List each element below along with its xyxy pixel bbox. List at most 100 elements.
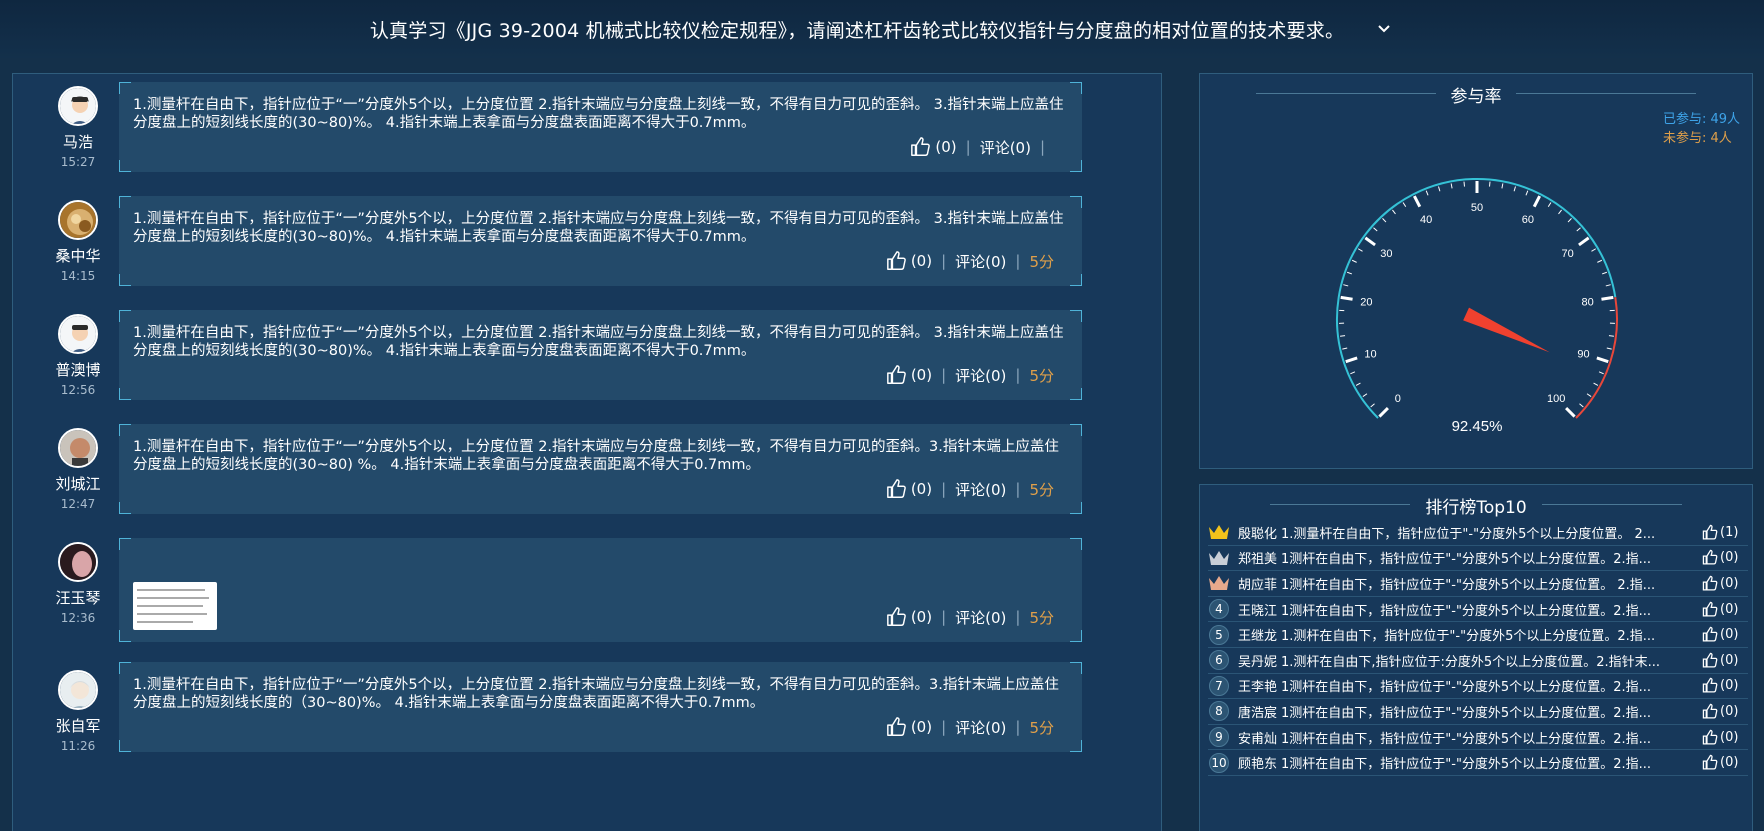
thumbs-up-icon bbox=[1702, 626, 1719, 643]
gauge-minor-tick bbox=[1593, 382, 1599, 386]
comment-link[interactable]: 评论(0) bbox=[955, 365, 1006, 386]
answer-actions: (0) | 评论(0) | 5分 bbox=[886, 606, 1054, 628]
thumbs-up-icon[interactable] bbox=[886, 478, 908, 500]
thumbs-up-icon bbox=[1702, 601, 1719, 618]
gauge-minor-tick bbox=[1597, 259, 1603, 263]
gauge-minor-tick bbox=[1350, 371, 1356, 375]
avatar[interactable] bbox=[58, 86, 98, 126]
rank-like-count: (0) bbox=[1720, 729, 1739, 745]
avatar[interactable] bbox=[58, 200, 98, 240]
thumbs-up-icon[interactable] bbox=[910, 136, 932, 158]
thumbs-up-icon[interactable] bbox=[886, 716, 908, 738]
comment-link[interactable]: 评论(0) bbox=[955, 717, 1006, 738]
like-count[interactable]: (0) bbox=[911, 366, 932, 384]
like-count[interactable]: (0) bbox=[911, 718, 932, 736]
ranking-panel: 排行榜Top10 殷聪化 1.测量杆在自由下，指针应位于"-"分度外5个以上分度… bbox=[1199, 484, 1753, 831]
like-count[interactable]: (0) bbox=[911, 608, 932, 626]
rank-likes[interactable]: (1) bbox=[1702, 524, 1748, 541]
avatar[interactable] bbox=[58, 670, 98, 710]
ranking-row[interactable]: 10 顾艳东 1测杆在自由下，指针应位于"-"分度外5个以上分度位置。2.指..… bbox=[1208, 750, 1748, 776]
ranking-row[interactable]: 5 王继龙 1.测杆在自由下，指针应位于"-"分度外5个以上分度位置。2.指..… bbox=[1208, 622, 1748, 648]
answer-user: 普澳博 12:56 bbox=[33, 314, 123, 397]
gauge-minor-tick bbox=[1547, 202, 1552, 207]
like-count[interactable]: (0) bbox=[935, 138, 956, 156]
ranking-list: 殷聪化 1.测量杆在自由下，指针应位于"-"分度外5个以上分度位置。 2... … bbox=[1208, 520, 1748, 776]
answer-time: 11:26 bbox=[60, 739, 96, 753]
answer-time: 12:56 bbox=[60, 383, 96, 397]
rank-likes[interactable]: (0) bbox=[1702, 601, 1748, 618]
answer-item: 汪玉琴 12:36 (0) | 评论(0) | 5分 bbox=[13, 530, 1163, 650]
ranking-row[interactable]: 殷聪化 1.测量杆在自由下，指针应位于"-"分度外5个以上分度位置。 2... … bbox=[1208, 520, 1748, 546]
rank-likes[interactable]: (0) bbox=[1702, 729, 1748, 746]
answer-bubble: (0) | 评论(0) | 5分 bbox=[119, 538, 1082, 642]
answer-bubble: 1.测量杆在自由下，指针应位于“一”分度外5个以，上分度位置 2.指针末端应与分… bbox=[119, 196, 1082, 286]
rank-likes[interactable]: (0) bbox=[1702, 703, 1748, 720]
rank-number: 10 bbox=[1209, 752, 1229, 773]
answer-image[interactable] bbox=[133, 582, 217, 630]
answer-bubble: 1.测量杆在自由下，指针应位于“一”分度外5个以，上分度位置 2.指针末端应与分… bbox=[119, 82, 1082, 172]
gauge-minor-tick bbox=[1355, 382, 1361, 386]
comment-link[interactable]: 评论(0) bbox=[955, 251, 1006, 272]
thumbs-up-icon bbox=[1702, 575, 1719, 592]
gauge-minor-tick bbox=[1382, 218, 1387, 223]
thumbs-up-icon[interactable] bbox=[886, 364, 908, 386]
gauge-minor-tick bbox=[1501, 183, 1504, 189]
gauge-minor-tick bbox=[1608, 335, 1614, 337]
rank-likes[interactable]: (0) bbox=[1702, 549, 1748, 566]
gauge-minor-tick bbox=[1346, 271, 1353, 275]
rank-answer-text: 1测杆在自由下，指针应位于"-"分度外5个以上分度位置。 2.指... bbox=[1281, 577, 1656, 593]
like-count[interactable]: (0) bbox=[911, 252, 932, 270]
ranking-row[interactable]: 郑祖美 1测杆在自由下，指针应位于"-"分度外5个以上分度位置。2.指... (… bbox=[1208, 546, 1748, 572]
gauge-major-tick bbox=[1345, 356, 1358, 364]
rank-user-name: 郑祖美 bbox=[1238, 552, 1278, 568]
avatar[interactable] bbox=[58, 542, 98, 582]
gauge-tick-label: 20 bbox=[1360, 296, 1372, 308]
gauge-minor-tick bbox=[1425, 190, 1429, 196]
answer-item: 桑中华 14:15 1.测量杆在自由下，指针应位于“一”分度外5个以，上分度位置… bbox=[13, 188, 1163, 298]
ranking-row[interactable]: 8 唐浩宸 1测杆在自由下，指针应位于"-"分度外5个以上分度位置。2.指...… bbox=[1208, 699, 1748, 725]
rank-likes[interactable]: (0) bbox=[1702, 754, 1748, 771]
comment-link[interactable]: 评论(0) bbox=[955, 607, 1006, 628]
ranking-row[interactable]: 7 王李艳 1测杆在自由下，指针应位于"-"分度外5个以上分度位置。2.指...… bbox=[1208, 674, 1748, 700]
gauge-tick-label: 60 bbox=[1522, 214, 1534, 226]
rank-number: 4 bbox=[1209, 599, 1229, 620]
rank-likes[interactable]: (0) bbox=[1702, 652, 1748, 669]
rank-likes[interactable]: (0) bbox=[1702, 677, 1748, 694]
rank-user-name: 殷聪化 bbox=[1238, 526, 1278, 542]
gauge-tick-label: 30 bbox=[1380, 248, 1392, 260]
answer-item: 张自军 11:26 1.测量杆在自由下，指针应位于“一”分度外5个以，上分度位置… bbox=[13, 654, 1163, 764]
gauge-minor-tick bbox=[1576, 227, 1581, 232]
rank-answer-text: 1测杆在自由下，指针应位于"-"分度外5个以上分度位置。2.指... bbox=[1281, 757, 1652, 773]
user-name: 桑中华 bbox=[55, 247, 101, 265]
answer-bubble: 1.测量杆在自由下，指针应位于“一”分度外5个以，上分度位置 2.指针末端应与分… bbox=[119, 424, 1082, 514]
rank-number: 5 bbox=[1209, 624, 1229, 645]
avatar[interactable] bbox=[58, 428, 98, 468]
ranking-row[interactable]: 胡应菲 1测杆在自由下，指针应位于"-"分度外5个以上分度位置。 2.指... … bbox=[1208, 571, 1748, 597]
avatar[interactable] bbox=[58, 314, 98, 354]
thumbs-up-icon[interactable] bbox=[886, 606, 908, 628]
thumbs-up-icon bbox=[1702, 677, 1719, 694]
answer-text: 1.测量杆在自由下，指针应位于“一”分度外5个以，上分度位置 2.指针末端应与分… bbox=[133, 439, 1059, 473]
question-header: 认真学习《JJG 39-2004 机械式比较仪检定规程》，请阐述杠杆齿轮式比较仪… bbox=[0, 0, 1764, 58]
gauge-minor-tick bbox=[1586, 393, 1592, 397]
score-label: 5分 bbox=[1029, 252, 1054, 271]
answer-time: 14:15 bbox=[60, 269, 96, 283]
thumbs-up-icon[interactable] bbox=[886, 250, 908, 272]
ranking-row[interactable]: 9 安甫灿 1测杆在自由下，指针应位于"-"分度外5个以上分度位置。2.指...… bbox=[1208, 725, 1748, 751]
gauge-minor-tick bbox=[1392, 209, 1396, 215]
ranking-row[interactable]: 6 吴丹妮 1.测杆在自由下,指针应位于:分度外5个以上分度位置。2.指针末..… bbox=[1208, 648, 1748, 674]
rank-likes[interactable]: (0) bbox=[1702, 575, 1748, 592]
gauge-minor-tick bbox=[1605, 284, 1611, 287]
bronze-crown-icon bbox=[1208, 572, 1230, 594]
score-label: 5分 bbox=[1029, 480, 1054, 499]
thumbs-up-icon bbox=[1702, 729, 1719, 746]
gauge-minor-tick bbox=[1525, 190, 1529, 196]
comment-link[interactable]: 评论(0) bbox=[980, 137, 1031, 158]
rank-user-name: 王继龙 bbox=[1238, 629, 1278, 645]
rank-answer-text: 1测杆在自由下，指针应位于"-"分度外5个以上分度位置。2.指... bbox=[1281, 731, 1652, 747]
rank-likes[interactable]: (0) bbox=[1702, 626, 1748, 643]
comment-link[interactable]: 评论(0) bbox=[955, 479, 1006, 500]
like-count[interactable]: (0) bbox=[911, 480, 932, 498]
ranking-row[interactable]: 4 王晓江 1测杆在自由下，指针应位于"-"分度外5个以上分度位置。2.指...… bbox=[1208, 597, 1748, 623]
chevron-down-icon[interactable] bbox=[1374, 19, 1394, 39]
